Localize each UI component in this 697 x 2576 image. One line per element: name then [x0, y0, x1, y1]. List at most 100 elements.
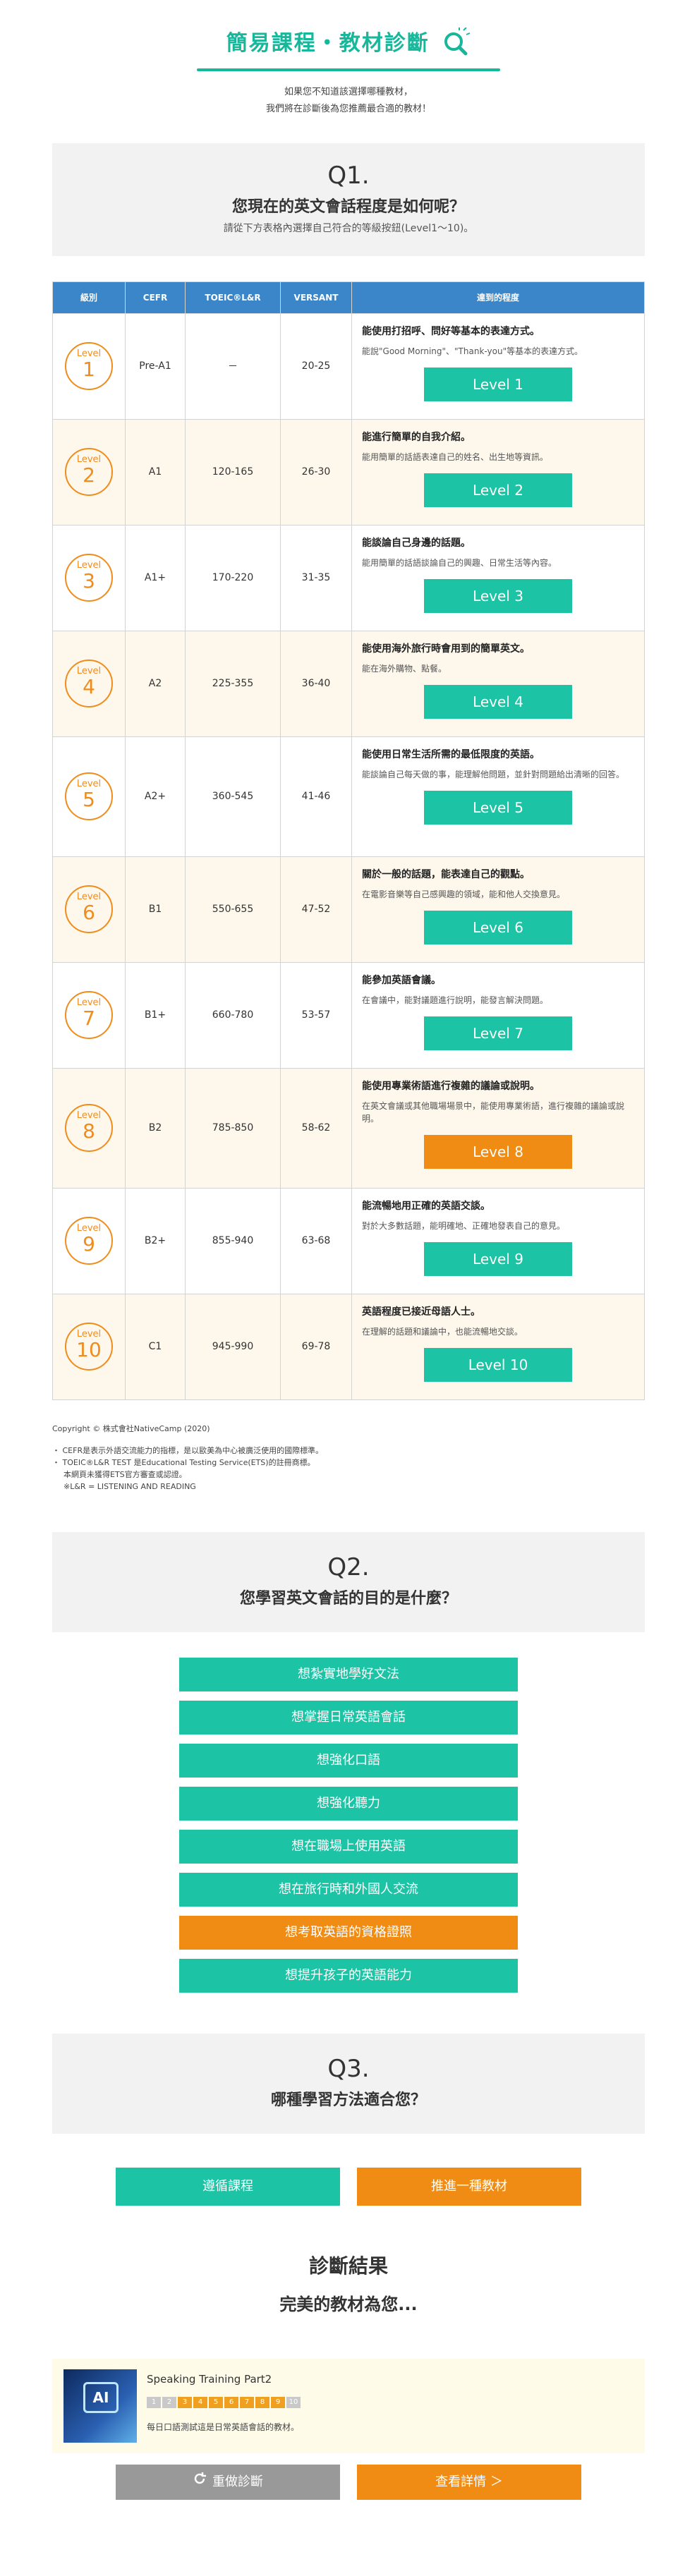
retry-button[interactable]: 重做診斷: [116, 2464, 340, 2500]
material-level-step: 10: [286, 2396, 301, 2408]
level-row: Level 3 A1+ 170-220 31-35 能談論自己身邊的話題。 能用簡單的話語談…: [52, 524, 645, 631]
q1-note: 請從下方表格內選擇自己符合的等級按鈕(Level1〜10)。: [223, 222, 474, 234]
level-badge-number: 7: [83, 1007, 95, 1030]
level-badge: Level 9: [65, 1217, 113, 1265]
level-select-button[interactable]: Level 3: [424, 578, 572, 613]
level-row: Level 6 B1 550-655 47-52 關於一般的話題，能表達自己的觀點。 在電影…: [52, 856, 645, 963]
col-toeic: TOEIC®L&R: [185, 281, 281, 314]
description-cell: 能使用海外旅行時會用到的簡單英文。 能在海外購物、點餐。 Level 4: [351, 630, 645, 737]
material-level-step: 2: [162, 2396, 176, 2408]
q2-option-button[interactable]: 想提升孩子的英語能力: [179, 1958, 518, 1993]
cefr-cell: A2: [125, 630, 186, 737]
result-section: 診斷結果 完美的教材為您...: [52, 2251, 645, 2315]
q2-option-button[interactable]: 想在旅行時和外國人交流: [179, 1872, 518, 1907]
page-title-text: 簡易課程・教材診斷: [226, 31, 430, 56]
title-underline: [197, 68, 500, 71]
level-select-button[interactable]: Level 4: [424, 684, 572, 719]
level-summary: 能參加英語會議。: [362, 974, 441, 986]
q2-option-button[interactable]: 想考取英語的資格證照: [179, 1915, 518, 1950]
q2-option-button[interactable]: 想在職場上使用英語: [179, 1829, 518, 1864]
q2-option-button[interactable]: 想強化口語: [179, 1743, 518, 1778]
toeic-cell: 785-850: [185, 1067, 281, 1189]
note-ets: 本網頁未獲得ETS官方審查或認證。: [63, 1469, 187, 1479]
level-badge-cell: Level 9: [52, 1187, 126, 1294]
header-subtitle: 如果您不知道該選擇哪種教材， 我們將在診斷後為您推薦最合適的教材！: [52, 84, 645, 118]
level-detail: 在理解的話題和議論中，也能流暢地交談。: [362, 1326, 523, 1337]
toeic-cell: 360-545: [185, 736, 281, 857]
q2-option-button[interactable]: 想掌握日常英語會話: [179, 1700, 518, 1734]
level-badge-number: 5: [83, 788, 95, 811]
level-detail: 能在海外購物、點餐。: [362, 663, 447, 674]
level-badge-cell: Level 10: [52, 1293, 126, 1400]
level-badge-cell: Level 8: [52, 1067, 126, 1189]
cefr-cell: B2: [125, 1067, 186, 1189]
description-cell: 能使用打招呼、問好等基本的表達方式。 能說"Good Morning"、"Than…: [351, 312, 645, 420]
q3-options: 遵循課程 推進一種教材: [116, 2167, 581, 2206]
level-select-button[interactable]: Level 5: [424, 790, 572, 825]
level-badge-cell: Level 5: [52, 736, 126, 857]
level-badge-cell: Level 2: [52, 418, 126, 525]
level-detail: 能用簡單的話語談論自己的興趣、日常生活等內容。: [362, 557, 557, 568]
level-badge: Level 4: [65, 660, 113, 707]
versant-cell: 47-52: [280, 856, 352, 963]
level-row: Level 9 B2+ 855-940 63-68 能流暢地用正確的英語交談。 對於大多數話…: [52, 1187, 645, 1294]
level-badge: Level 3: [65, 554, 113, 602]
level-summary: 能使用海外旅行時會用到的簡單英文。: [362, 643, 530, 655]
level-summary: 關於一般的話題，能表達自己的觀點。: [362, 868, 530, 880]
description-cell: 能談論自己身邊的話題。 能用簡單的話語談論自己的興趣、日常生活等內容。 Level …: [351, 524, 645, 631]
versant-cell: 26-30: [280, 418, 352, 525]
level-summary: 能使用打招呼、問好等基本的表達方式。: [362, 325, 540, 337]
q3-box: Q3. 哪種學習方法適合您？: [52, 2033, 645, 2134]
detail-button[interactable]: 查看詳情 ＞: [357, 2464, 581, 2500]
level-badge: Level 6: [65, 885, 113, 933]
level-badge: Level 10: [65, 1323, 113, 1371]
material-level-step: 3: [178, 2396, 192, 2408]
col-level: 級別: [52, 281, 126, 314]
level-badge-number: 1: [83, 358, 95, 381]
toeic-cell: －: [185, 312, 281, 420]
q3-option-button[interactable]: 遵循課程: [116, 2167, 340, 2206]
level-row: Level 1 Pre-A1 － 20-25 能使用打招呼、問好等基本的表達方式。 能說"G…: [52, 312, 645, 420]
col-cefr: CEFR: [125, 281, 186, 314]
level-detail: 在英文會議或其他職場場景中，能使用專業術語，進行複雜的議論或說明。: [362, 1100, 625, 1124]
level-badge-number: 6: [83, 901, 95, 924]
level-summary: 能使用專業術語進行複雜的議論或說明。: [362, 1080, 540, 1092]
material-level-step: 5: [209, 2396, 223, 2408]
q3-number: Q3.: [327, 2054, 370, 2083]
level-select-button[interactable]: Level 2: [424, 473, 572, 507]
description-cell: 能流暢地用正確的英語交談。 對於大多數話題，能明確地、正確地發表自己的意見。 Lev…: [351, 1187, 645, 1294]
level-select-button[interactable]: Level 1: [424, 367, 572, 401]
magnifier-icon: [442, 26, 471, 61]
q2-option-button[interactable]: 想紮實地學好文法: [179, 1657, 518, 1691]
level-detail: 對於大多數話題，能明確地、正確地發表自己的意見。: [362, 1220, 566, 1231]
q3-option-button[interactable]: 推進一種教材: [357, 2167, 581, 2206]
q2-box: Q2. 您學習英文會話的目的是什麼？: [52, 1531, 645, 1632]
level-summary: 能進行簡單的自我介紹。: [362, 431, 471, 443]
toeic-cell: 120-165: [185, 418, 281, 525]
level-select-button[interactable]: Level 7: [424, 1016, 572, 1050]
level-select-button[interactable]: Level 6: [424, 910, 572, 944]
col-description: 達到的程度: [351, 281, 645, 314]
level-detail: 在電影音樂等自己感興趣的領域，能和他人交換意見。: [362, 889, 566, 899]
q2-option-button[interactable]: 想強化聽力: [179, 1786, 518, 1821]
q1-number: Q1.: [327, 161, 370, 190]
level-select-button[interactable]: Level 9: [424, 1241, 572, 1276]
note-cefr: ・ CEFR是表示外語交流能力的指標，是以歐美為中心被廣泛使用的國際標準。: [52, 1445, 324, 1455]
q1-box: Q1. 您現在的英文會話程度是如何呢？ 請從下方表格內選擇自己符合的等級按鈕(L…: [52, 142, 645, 256]
level-select-button[interactable]: Level 10: [424, 1347, 572, 1382]
bottom-actions: 重做診斷 查看詳情 ＞: [116, 2464, 581, 2500]
level-select-button[interactable]: Level 8: [424, 1134, 572, 1169]
material-level-step: 4: [193, 2396, 207, 2408]
level-badge-cell: Level 1: [52, 312, 126, 420]
material-level-scale: 1 2 3 4 5 6 7 8 9 10: [147, 2396, 302, 2408]
material-name: Speaking Training Part2: [147, 2372, 272, 2386]
level-summary: 英語程度已接近母語人士。: [362, 1306, 480, 1318]
description-cell: 能使用日常生活所需的最低限度的英語。 能談論自己每天做的事，能理解他問題，並針對問…: [351, 736, 645, 857]
copyright: Copyright © 株式會社NativeCamp (2020): [52, 1423, 210, 1433]
level-badge: Level 7: [65, 991, 113, 1039]
material-level-step: 7: [240, 2396, 254, 2408]
material-card[interactable]: AI Speaking Training Part2 1 2 3 4 5 6 7 8 9 10 每…: [52, 2358, 645, 2453]
level-summary: 能使用日常生活所需的最低限度的英語。: [362, 748, 540, 760]
material-level-step: 1: [147, 2396, 161, 2408]
level-badge-cell: Level 6: [52, 856, 126, 963]
